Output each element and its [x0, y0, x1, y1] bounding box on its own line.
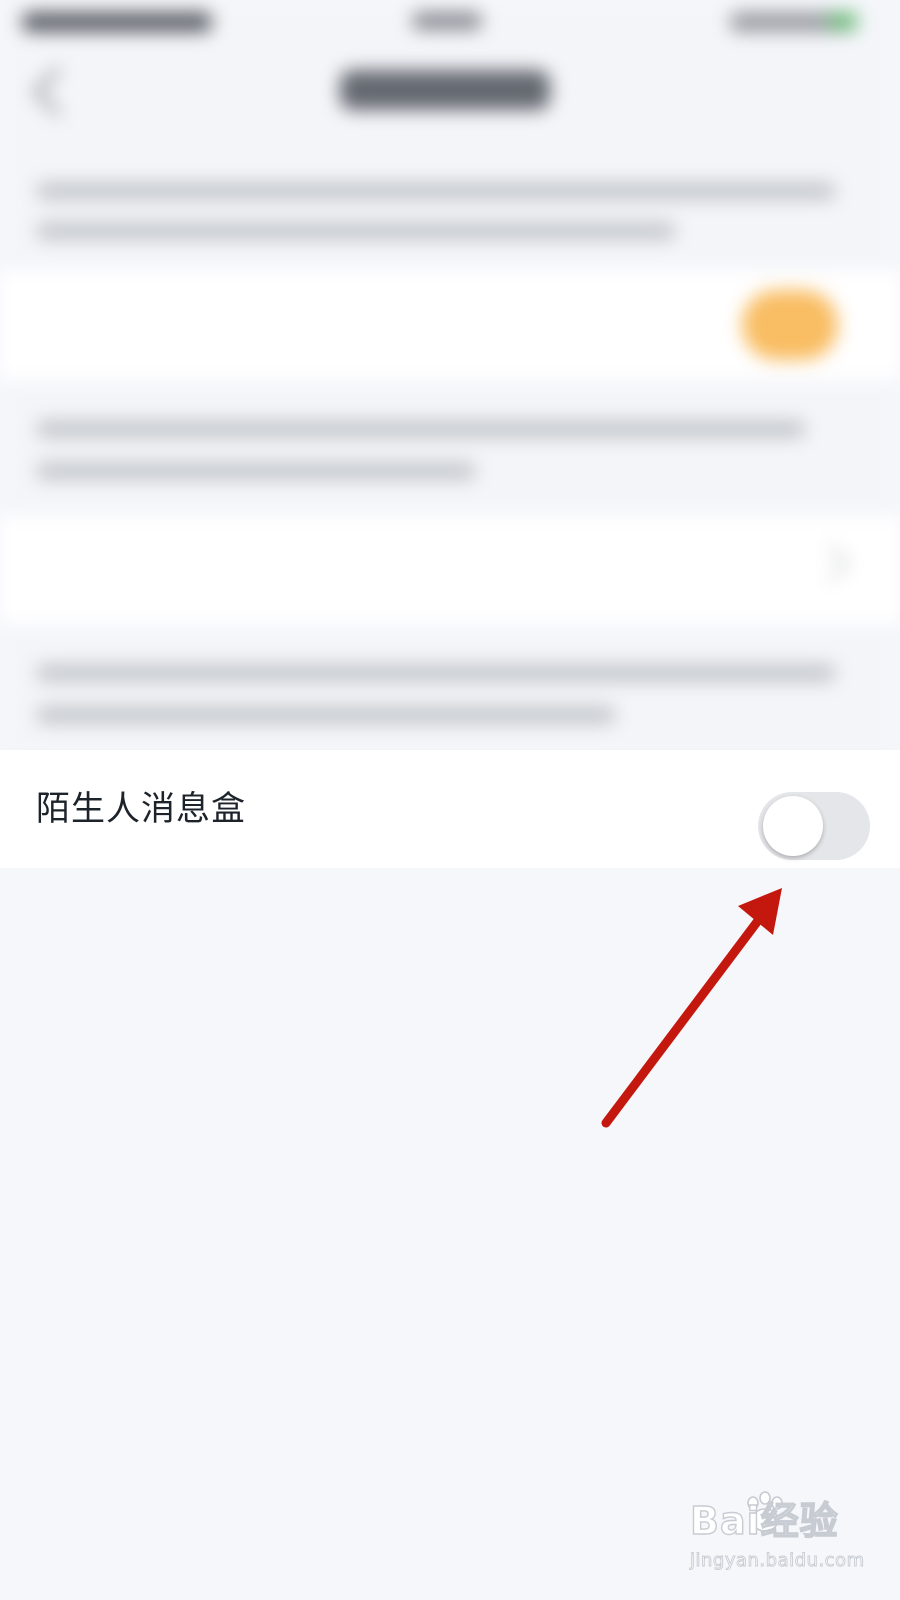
- setting-row-blurred[interactable]: [0, 515, 900, 625]
- description-text: [36, 420, 806, 438]
- description-text: [36, 706, 616, 724]
- stranger-message-box-toggle[interactable]: [758, 792, 870, 860]
- back-arrow-icon[interactable]: [32, 66, 83, 117]
- annotation-arrow-shaft: [601, 897, 777, 1128]
- page-title: [340, 70, 550, 110]
- annotation-arrow-head: [738, 888, 782, 935]
- stranger-message-box-label: 陌生人消息盒: [36, 789, 246, 829]
- watermark: Bai经验 jingyan.baidu.com: [689, 1491, 890, 1588]
- description-text: [36, 664, 836, 682]
- description-text: [36, 462, 476, 480]
- toggle-switch-on[interactable]: [742, 290, 838, 360]
- blurred-background-content: [0, 0, 900, 760]
- watermark-url: jingyan.baidu.com: [690, 1550, 865, 1572]
- status-bar-time: [412, 12, 482, 30]
- status-bar: [0, 0, 900, 44]
- watermark-logo-text: Bai经验: [689, 1498, 839, 1543]
- description-text: [36, 222, 676, 240]
- description-text: [36, 182, 836, 200]
- toggle-knob[interactable]: [763, 796, 823, 856]
- status-bar-carrier: [22, 12, 212, 32]
- battery-icon: [828, 12, 858, 30]
